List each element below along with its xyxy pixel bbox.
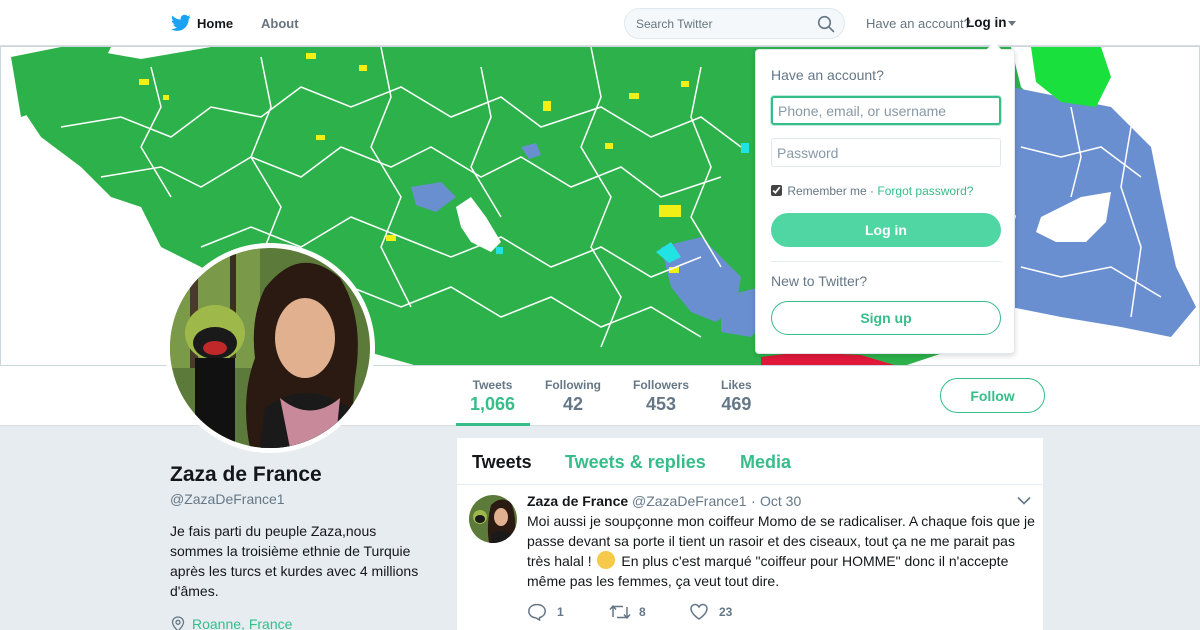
have-account-text: Have an account? [866, 16, 971, 31]
nav-about-link[interactable]: About [261, 16, 299, 31]
remember-separator: · [870, 184, 875, 198]
follow-button[interactable]: Follow [940, 378, 1045, 413]
search-box [624, 8, 845, 39]
password-field[interactable] [771, 138, 1001, 167]
stat-value: 42 [562, 394, 584, 414]
login-dropdown-toggle[interactable]: Log in [966, 15, 1007, 30]
reply-count: 1 [557, 605, 564, 619]
username-field[interactable] [771, 96, 1001, 125]
stat-label: Following [545, 378, 601, 392]
stat-likes[interactable]: Likes 469 [721, 378, 752, 415]
timeline-tabs: Tweets Tweets & replies Media [457, 438, 1045, 485]
timeline: Tweets Tweets & replies Media Zaza de Fr… [456, 437, 1045, 630]
remember-me-label[interactable]: Remember me [787, 184, 866, 198]
search-input[interactable] [636, 15, 806, 33]
profile-avatar[interactable] [165, 243, 375, 453]
tweet-text: Moi aussi je soupçonne mon coiffeur Momo… [527, 511, 1035, 591]
stat-following[interactable]: Following 42 [545, 378, 601, 415]
top-nav: Home About Have an account? Log in [0, 0, 1200, 46]
tweet-date[interactable]: Oct 30 [760, 493, 801, 509]
dropdown-arrow [986, 42, 1002, 50]
rolling-eyes-emoji-icon [597, 551, 616, 569]
reply-action[interactable]: 1 [527, 603, 587, 621]
retweet-icon [609, 605, 631, 619]
stat-followers[interactable]: Followers 453 [633, 378, 689, 415]
caret-down-icon[interactable] [1008, 21, 1016, 26]
tweet-separator: · [751, 493, 756, 509]
stat-value: 1,066 [470, 394, 516, 414]
forgot-password-link[interactable]: Forgot password? [877, 184, 973, 198]
retweet-action[interactable]: 8 [609, 603, 669, 621]
active-stat-underline [456, 423, 530, 426]
profile-name[interactable]: Zaza de France [170, 463, 322, 487]
stat-value: 453 [645, 394, 677, 414]
retweet-count: 8 [639, 605, 646, 619]
twitter-bird-icon[interactable] [171, 14, 191, 32]
stat-value: 469 [721, 394, 752, 414]
new-to-twitter-text: New to Twitter? [771, 273, 868, 289]
stat-label: Likes [721, 378, 752, 392]
tab-tweets-and-replies[interactable]: Tweets & replies [565, 452, 706, 473]
profile-bio: Je fais parti du peuple Zaza,nous sommes… [170, 523, 419, 599]
reply-icon [528, 603, 546, 621]
chevron-down-icon[interactable] [1017, 496, 1031, 506]
like-action[interactable]: 23 [689, 603, 749, 621]
login-button[interactable]: Log in [771, 213, 1001, 247]
tweet-avatar[interactable] [469, 495, 517, 543]
nav-home-link[interactable]: Home [197, 16, 233, 31]
remember-me-row: Remember me · Forgot password? [771, 184, 973, 198]
tab-tweets[interactable]: Tweets [472, 452, 532, 473]
login-dropdown: Have an account? Remember me · Forgot pa… [755, 42, 1015, 354]
tweet-author-handle[interactable]: @ZazaDeFrance1 [632, 493, 747, 509]
avatar-photo [170, 248, 370, 448]
tweet-author-name[interactable]: Zaza de France [527, 493, 628, 509]
like-count: 23 [719, 605, 733, 619]
stat-label: Followers [633, 378, 690, 392]
remember-me-checkbox[interactable] [771, 185, 782, 196]
profile-handle[interactable]: @ZazaDeFrance1 [170, 491, 285, 507]
stat-tweets[interactable]: Tweets 1,066 [470, 378, 515, 415]
location-pin-icon [171, 616, 185, 630]
search-icon[interactable] [817, 15, 835, 33]
login-dropdown-title: Have an account? [771, 67, 884, 83]
profile-location[interactable]: Roanne, France [192, 616, 292, 630]
signup-button[interactable]: Sign up [771, 301, 1001, 335]
divider [771, 261, 1001, 262]
heart-icon [690, 603, 708, 620]
stat-label: Tweets [472, 378, 513, 392]
tab-media[interactable]: Media [740, 452, 791, 473]
